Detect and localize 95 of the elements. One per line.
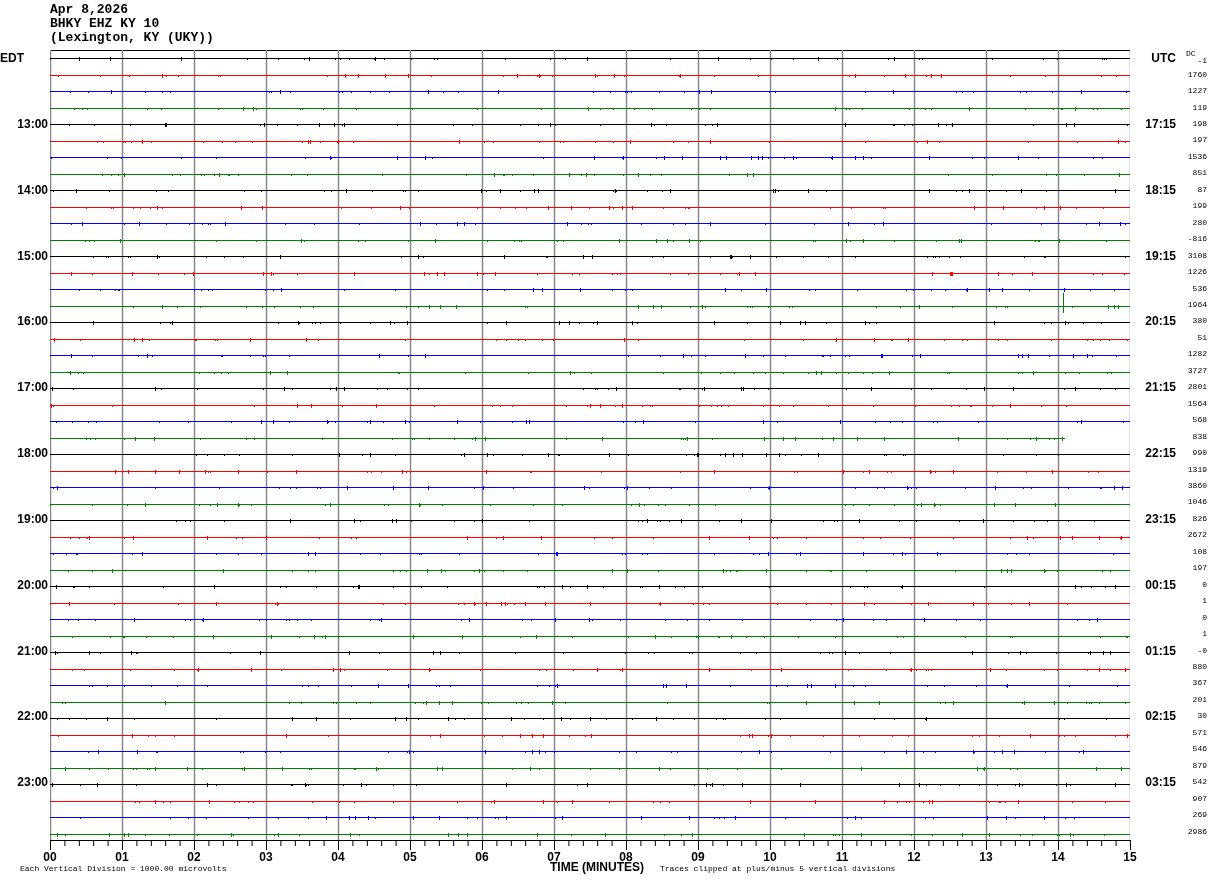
plot-header-line: BHKY EHZ KY 10 [50, 17, 161, 31]
dc-offset-value: 879 [1192, 761, 1207, 770]
dc-offset-value: 1282 [1187, 350, 1207, 359]
dc-offset-value: 198 [1192, 120, 1207, 129]
dc-offset-value: 568 [1192, 416, 1207, 425]
minute-tick-label: 10 [762, 850, 778, 864]
hour-label: 13:00 [17, 118, 48, 131]
hour-label: 17:15 [1145, 118, 1176, 131]
dc-offset-value: 30 [1197, 712, 1207, 721]
minute-tick-label: 07 [546, 850, 562, 864]
hour-label: 20:15 [1145, 315, 1176, 328]
dc-offset-value: 1227 [1187, 87, 1207, 96]
minute-tick-label: 11 [834, 850, 850, 864]
dc-offset-value: 1226 [1187, 268, 1207, 277]
dc-offset-value: 269 [1192, 811, 1207, 820]
minute-tick-label: 12 [906, 850, 922, 864]
dc-offset-value: -1 [1197, 57, 1207, 66]
dc-offset-value: 3860 [1187, 482, 1207, 490]
dc-offset-value: 119 [1192, 103, 1207, 112]
dc-offset-header: DC [1186, 50, 1196, 58]
minute-tick-label: 08 [618, 850, 634, 864]
hour-label: 20:00 [17, 578, 48, 591]
scale-note: Each Vertical Division = 1000.00 microvolts [20, 865, 228, 873]
hour-label: 00:15 [1145, 578, 1176, 591]
dc-offset-value: 51 [1197, 333, 1207, 342]
dc-offset-value: 1564 [1187, 399, 1207, 408]
minute-tick-label: 03 [258, 850, 274, 864]
dc-offset-value: 838 [1192, 432, 1207, 441]
dc-offset-value: 546 [1192, 745, 1207, 754]
dc-offset-value: -816 [1187, 235, 1207, 244]
dc-offset-value: 1964 [1187, 301, 1207, 309]
dc-offset-value: 2986 [1187, 827, 1207, 836]
dc-offset-value: 3108 [1187, 251, 1207, 260]
hour-label: 19:00 [17, 512, 48, 525]
hour-label: 18:15 [1145, 183, 1176, 196]
dc-offset-value: 1536 [1187, 152, 1207, 161]
hour-label: 21:00 [17, 644, 48, 657]
dc-offset-value: 199 [1192, 202, 1207, 211]
dc-offset-value: 3727 [1187, 366, 1207, 375]
time-zone-label: EDT [0, 52, 24, 65]
hour-label: 02:15 [1145, 710, 1176, 723]
dc-offset-value: 880 [1192, 663, 1207, 671]
minute-tick-label: 15 [1122, 850, 1138, 864]
dc-offset-value: 2672 [1187, 531, 1207, 540]
dc-offset-value: 1760 [1187, 70, 1207, 79]
hour-label: 01:15 [1145, 644, 1176, 657]
hour-label: 21:15 [1145, 381, 1176, 394]
plot-header-line: Apr 8,2026 [50, 3, 129, 17]
axis-title: TIME (MINUTES) [550, 861, 645, 873]
dc-offset-value: 197 [1192, 564, 1207, 573]
hour-label: 16:00 [17, 315, 48, 328]
minute-tick-label: 04 [330, 850, 346, 864]
minute-tick-label: 05 [402, 850, 418, 864]
hour-label: 23:15 [1145, 512, 1176, 525]
clip-note: Traces clipped at plus/minus 5 vertical divisions [660, 865, 896, 873]
dc-offset-value: 280 [1192, 218, 1207, 227]
hour-label: 23:00 [17, 776, 48, 789]
dc-offset-value: 0 [1202, 613, 1207, 622]
dc-offset-value: 197 [1192, 136, 1207, 145]
minute-tick-label: 09 [690, 850, 706, 864]
hour-label: 14:00 [17, 183, 48, 196]
dc-offset-value: 571 [1192, 728, 1207, 737]
minute-tick-label: 13 [978, 850, 994, 864]
dc-offset-value: 907 [1192, 794, 1207, 803]
hour-label: 19:15 [1145, 249, 1176, 262]
minute-tick-label: 01 [114, 850, 130, 864]
minute-tick-label: 02 [186, 850, 202, 864]
dc-offset-value: 201 [1192, 695, 1207, 704]
hour-label: 18:00 [17, 447, 48, 460]
hour-label: 17:00 [17, 381, 48, 394]
minute-tick-label: 14 [1050, 850, 1066, 864]
dc-offset-value: 2801 [1187, 383, 1207, 392]
hour-label: 22:15 [1145, 447, 1176, 460]
hour-label: 03:15 [1145, 776, 1176, 789]
dc-offset-value: 0 [1202, 580, 1207, 589]
hour-label: 15:00 [17, 249, 48, 262]
dc-offset-value: 851 [1192, 169, 1207, 178]
dc-offset-value: 108 [1192, 547, 1207, 556]
minute-tick-label: 00 [42, 850, 58, 864]
dc-offset-value: 87 [1197, 185, 1207, 194]
dc-offset-value: 536 [1192, 284, 1207, 293]
dc-offset-value: -0 [1197, 646, 1207, 655]
minute-tick-label: 06 [474, 850, 490, 864]
dc-offset-value: 367 [1192, 679, 1207, 688]
dc-offset-value: 380 [1192, 317, 1207, 326]
dc-offset-value: 826 [1192, 514, 1207, 523]
dc-offset-value: 1 [1202, 597, 1207, 606]
plot-header-line: (Lexington, KY (UKY)) [50, 31, 215, 45]
dc-offset-value: 1 [1202, 630, 1207, 639]
dc-offset-value: 542 [1192, 778, 1207, 787]
dc-offset-value: 1319 [1187, 465, 1207, 474]
time-zone-label: UTC [1151, 52, 1176, 65]
dc-offset-value: 1046 [1187, 498, 1207, 507]
hour-label: 22:00 [17, 710, 48, 723]
dc-offset-value: 990 [1192, 449, 1207, 458]
